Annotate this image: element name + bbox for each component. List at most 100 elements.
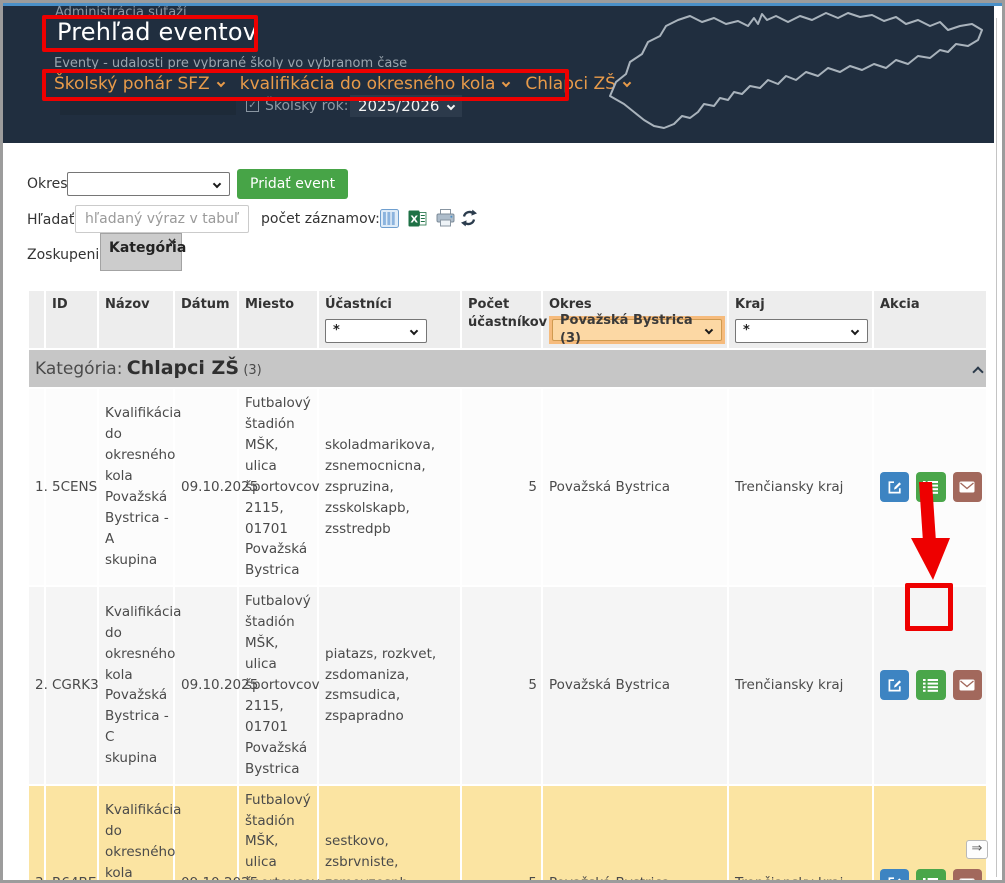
competition-selectors: Školský pohár SFZ kvalifikácia do okresn…	[54, 74, 630, 94]
cell-id: CGRK3	[46, 587, 97, 783]
school-year-select[interactable]: 2025/2026	[350, 95, 462, 117]
group-label: Kategória:	[35, 359, 122, 379]
send-mail-button[interactable]	[953, 869, 982, 883]
events-table: ID Názov Dátum Miesto Účastníci * Počet …	[27, 289, 988, 883]
cell-pocet: 5	[462, 786, 541, 883]
column-header-pocet[interactable]: Počet účastníkov	[462, 291, 541, 348]
column-header-ucastnici-label[interactable]: Účastníci	[325, 296, 460, 314]
events-overview-page: Administrácia súťaží Prehľad eventov Eve…	[0, 0, 1005, 883]
column-header-nazov[interactable]: Názov	[99, 291, 173, 348]
cell-ucastnici: skoladmarikova, zsnemocnicna, zspruzina,…	[319, 389, 460, 585]
column-header-akcia: Akcia	[874, 291, 986, 348]
cell-miesto: Futbalový štadión MŠK, ulica športovcov …	[239, 587, 317, 783]
search-label: Hľadať:	[27, 212, 79, 228]
page-header: Administrácia súťaží Prehľad eventov Eve…	[0, 0, 994, 143]
edit-event-button[interactable]	[880, 472, 909, 502]
edit-event-button[interactable]	[880, 869, 909, 883]
column-header-kraj-label[interactable]: Kraj	[735, 296, 872, 314]
search-input[interactable]	[75, 205, 249, 233]
grouping-tag-kategoria[interactable]: Kategória ×	[100, 233, 182, 271]
content-right-divider	[996, 18, 997, 877]
cell-rownum: 2.	[29, 587, 44, 783]
record-count: počet záznamov: 3	[261, 211, 393, 227]
school-search-input[interactable]	[60, 97, 236, 115]
participants-list-icon	[923, 480, 938, 494]
school-year-value: 2025/2026	[358, 97, 439, 115]
mail-icon	[959, 878, 975, 883]
collapse-group-icon[interactable]	[972, 366, 983, 377]
column-header-rownum	[29, 291, 44, 348]
refresh-icon[interactable]	[460, 209, 478, 227]
event-participants-button[interactable]	[916, 869, 945, 883]
chevron-down-icon	[447, 102, 455, 110]
event-participants-button[interactable]	[916, 472, 945, 502]
cell-rownum: 1.	[29, 389, 44, 585]
chevron-down-icon	[705, 325, 713, 333]
cell-datum: 09.10.2025	[175, 389, 237, 585]
scroll-right-button[interactable]: ⇒	[966, 840, 988, 859]
group-value: Chlapci ZŠ	[127, 357, 239, 379]
cell-id: 5CENS	[46, 389, 97, 585]
chevron-down-icon	[216, 79, 224, 87]
svg-text:X: X	[410, 214, 418, 225]
cell-okres: Považská Bystrica	[543, 587, 727, 783]
participants-filter-select[interactable]: *	[325, 319, 427, 343]
column-header-datum[interactable]: Dátum	[175, 291, 237, 348]
dropdown-round-label: kvalifikácia do okresného kola	[240, 74, 496, 94]
cell-okres: Považská Bystrica	[543, 786, 727, 883]
school-year-label: Školský rok:	[265, 98, 348, 114]
cell-datum: 09.10.2025	[175, 786, 237, 883]
chevron-down-icon	[213, 180, 221, 188]
dropdown-round[interactable]: kvalifikácia do okresného kola	[240, 74, 510, 94]
participants-filter-value: *	[333, 322, 340, 340]
cell-datum: 09.10.2025	[175, 587, 237, 783]
table-row: 2. CGRK3 Kvalifikácia do okresného kola …	[29, 587, 986, 783]
chevron-down-icon	[851, 326, 859, 334]
excel-export-icon[interactable]: X	[408, 209, 427, 228]
cell-akcia	[874, 587, 986, 783]
send-mail-button[interactable]	[953, 670, 982, 700]
cell-akcia	[874, 389, 986, 585]
table-columns-icon[interactable]	[380, 209, 399, 228]
okres-filter-highlight: Považská Bystrica (3)	[549, 316, 725, 344]
dropdown-competition[interactable]: Školský pohár SFZ	[54, 74, 224, 94]
participants-list-icon	[923, 877, 938, 883]
group-count: (3)	[243, 363, 261, 378]
table-row: 3. R64BE Kvalifikácia do okresného kola …	[29, 786, 986, 883]
cell-nazov: Kvalifikácia do okresného kola Považská …	[99, 786, 173, 883]
column-header-miesto[interactable]: Miesto	[239, 291, 317, 348]
column-header-okres-label[interactable]: Okres	[549, 296, 727, 314]
okres-select[interactable]	[67, 172, 230, 196]
add-event-button[interactable]: Pridať event	[237, 169, 348, 199]
column-header-kraj: Kraj *	[729, 291, 872, 348]
top-accent-bar	[0, 0, 1005, 6]
column-header-ucastnici: Účastníci *	[319, 291, 460, 348]
remove-grouping-icon[interactable]: ×	[167, 235, 177, 249]
cell-kraj: Trenčiansky kraj	[729, 786, 872, 883]
kraj-filter-select[interactable]: *	[735, 319, 868, 343]
participants-list-icon	[923, 678, 938, 692]
column-header-id[interactable]: ID	[46, 291, 97, 348]
okres-filter-value: Považská Bystrica (3)	[560, 312, 700, 347]
column-header-okres: Okres Považská Bystrica (3)	[543, 291, 727, 348]
cell-id: R64BE	[46, 786, 97, 883]
edit-icon	[887, 480, 902, 495]
group-header-row[interactable]: Kategória: Chlapci ZŠ (3)	[29, 350, 986, 387]
school-year-checkbox[interactable]	[246, 99, 259, 112]
page-title: Prehľad eventov	[57, 18, 257, 46]
cell-miesto: Futbalový štadión MŠK, ulica športovcov …	[239, 786, 317, 883]
event-participants-button[interactable]	[916, 670, 945, 700]
print-icon[interactable]	[436, 209, 455, 227]
cell-ucastnici: sestkovo, zsbrvniste, zsmoyzespb, zsplev…	[319, 786, 460, 883]
send-mail-button[interactable]	[953, 472, 982, 502]
cell-nazov: Kvalifikácia do okresného kola Považská …	[99, 587, 173, 783]
cell-rownum: 3.	[29, 786, 44, 883]
mail-icon	[959, 481, 975, 493]
okres-filter-select[interactable]: Považská Bystrica (3)	[552, 319, 722, 341]
kraj-filter-value: *	[743, 322, 750, 340]
edit-event-button[interactable]	[880, 670, 909, 700]
cell-pocet: 5	[462, 389, 541, 585]
chevron-down-icon	[502, 79, 510, 87]
table-header-row: ID Názov Dátum Miesto Účastníci * Počet …	[29, 291, 986, 348]
cell-kraj: Trenčiansky kraj	[729, 389, 872, 585]
